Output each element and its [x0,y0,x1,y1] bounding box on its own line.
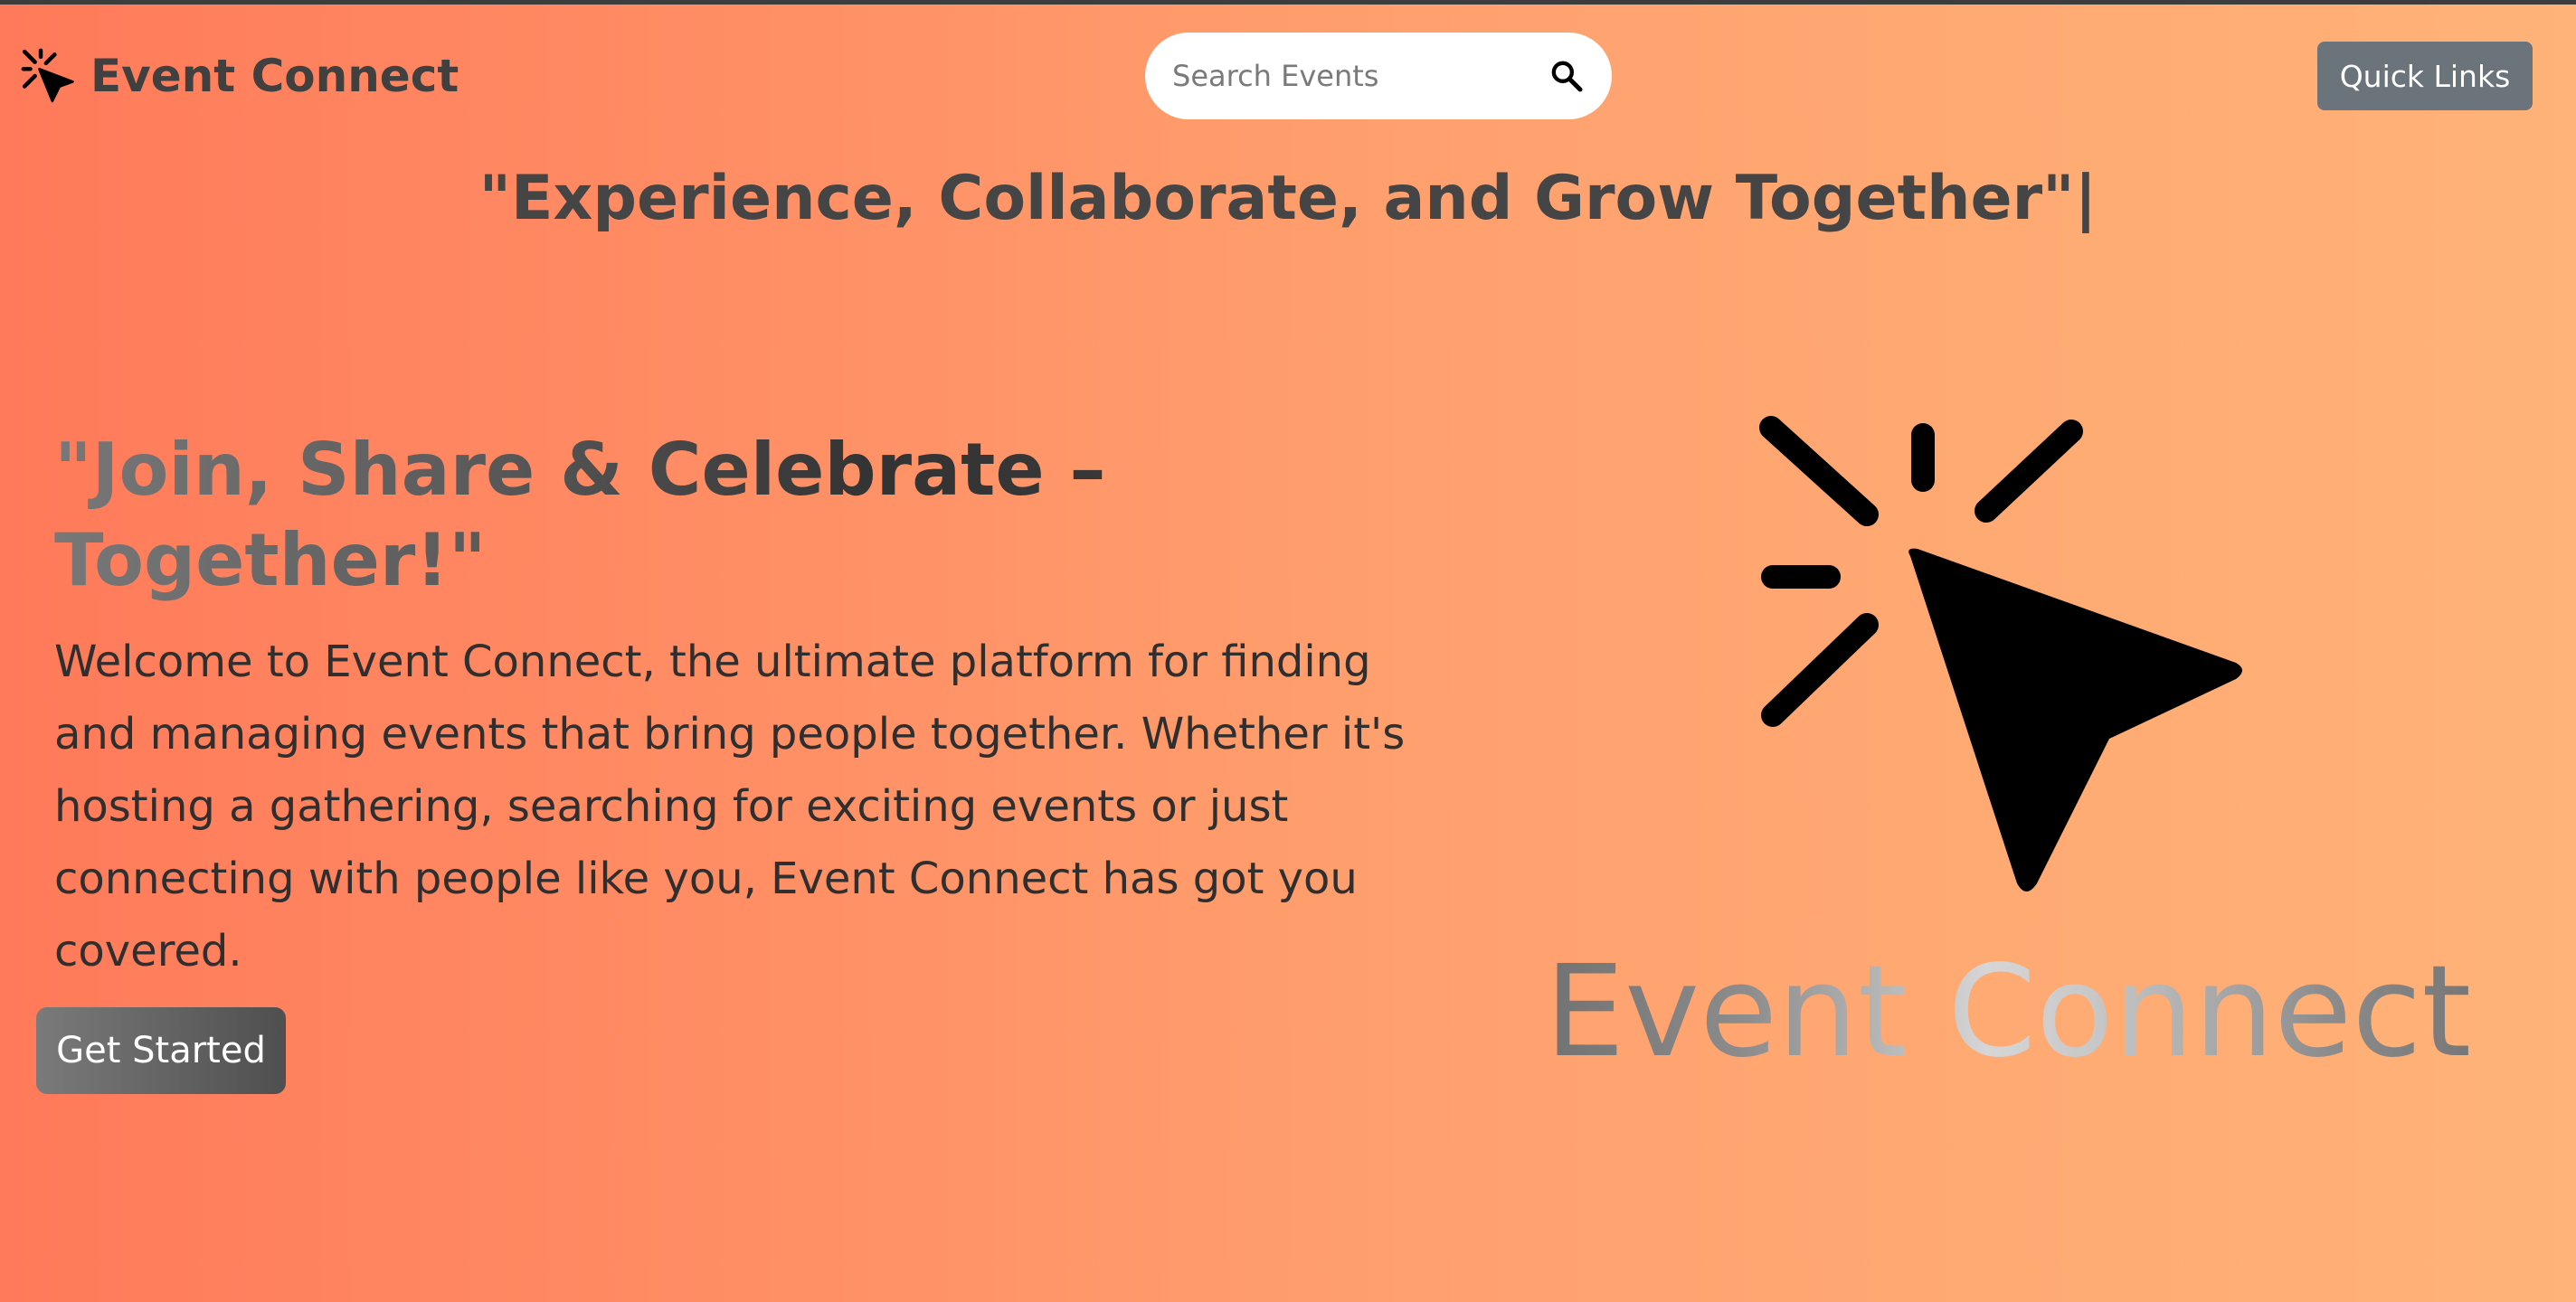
search-input[interactable] [1172,59,1539,93]
search-bar [1145,33,1612,119]
cursor-click-icon [21,48,75,103]
hero-description: Welcome to Event Connect, the ultimate p… [54,637,1406,976]
search-icon[interactable] [1548,58,1585,94]
top-border [0,0,2576,5]
quick-links-button[interactable]: Quick Links [2317,42,2533,110]
brand-logo[interactable]: Event Connect [20,43,459,108]
hero-wordmark: Event Connect [1483,940,2533,1085]
tagline: "Experience, Collaborate, and Grow Toget… [478,163,2098,234]
hero-title: "Join, Share & Celebrate – Together!" [54,425,1230,606]
brand-name: Event Connect [90,50,459,102]
cursor-click-icon [1759,416,2242,892]
get-started-button[interactable]: Get Started [36,1007,286,1094]
